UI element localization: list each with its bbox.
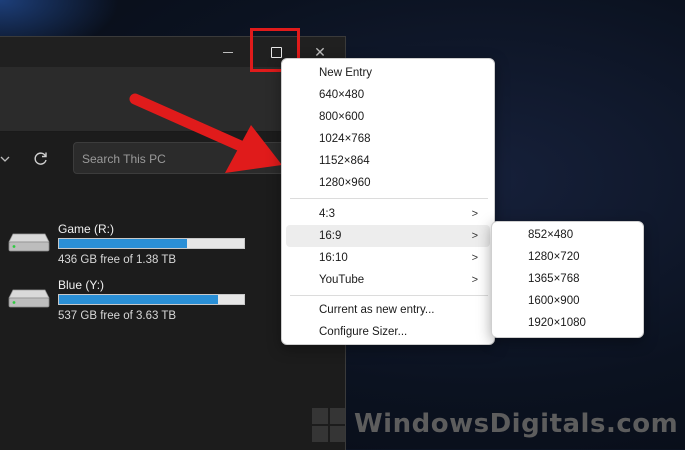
menu-item-configure-sizer[interactable]: Configure Sizer... [286, 321, 490, 343]
menu-item-label: 16:10 [319, 252, 348, 264]
menu-separator [290, 295, 488, 296]
menu-item-1365x768[interactable]: 1365×768 [496, 268, 639, 290]
menu-item-current-as-new-entry[interactable]: Current as new entry... [286, 299, 490, 321]
drive-free-space: 537 GB free of 3.63 TB [58, 310, 177, 322]
drive-name: Game (R:) [58, 222, 115, 236]
menu-item-852x480[interactable]: 852×480 [496, 224, 639, 246]
watermark-text: WindowsDigitals.com [354, 409, 679, 439]
menu-item-youtube[interactable]: YouTube > [286, 269, 490, 291]
menu-item-1600x900[interactable]: 1600×900 [496, 290, 639, 312]
menu-item-640x480[interactable]: 640×480 [286, 84, 490, 106]
history-dropdown-button[interactable] [0, 147, 12, 171]
refresh-icon [34, 152, 47, 165]
minimize-button[interactable] [206, 37, 250, 67]
menu-item-1920x1080[interactable]: 1920×1080 [496, 312, 639, 334]
menu-item-16-9[interactable]: 16:9 > [286, 225, 490, 247]
menu-item-16-10[interactable]: 16:10 > [286, 247, 490, 269]
menu-item-4-3[interactable]: 4:3 > [286, 203, 490, 225]
chevron-right-icon: > [471, 274, 478, 286]
minimize-icon [223, 51, 233, 53]
watermark: WindowsDigitals.com [312, 405, 685, 445]
sizer-context-menu: New Entry 640×480 800×600 1024×768 1152×… [281, 58, 495, 345]
menu-item-800x600[interactable]: 800×600 [286, 106, 490, 128]
red-arrow-icon [129, 93, 282, 173]
drive-usage-fill [59, 239, 187, 248]
menu-separator [290, 198, 488, 199]
menu-item-1280x960[interactable]: 1280×960 [286, 172, 490, 194]
menu-item-1152x864[interactable]: 1152×864 [286, 150, 490, 172]
hard-drive-icon [8, 233, 50, 252]
menu-item-1024x768[interactable]: 1024×768 [286, 128, 490, 150]
menu-item-1280x720[interactable]: 1280×720 [496, 246, 639, 268]
windows-logo-icon [312, 408, 346, 442]
drive-usage-fill [59, 295, 219, 304]
menu-item-new-entry[interactable]: New Entry [286, 62, 490, 84]
menu-item-label: YouTube [319, 274, 365, 286]
menu-item-label: 4:3 [319, 208, 335, 220]
chevron-right-icon: > [471, 252, 478, 264]
chevron-down-icon [0, 156, 10, 162]
chevron-right-icon: > [471, 230, 478, 242]
drive-name: Blue (Y:) [58, 278, 105, 292]
hard-drive-icon [8, 289, 50, 308]
drive-usage-bar [58, 294, 245, 305]
drive-free-space: 436 GB free of 1.38 TB [58, 254, 177, 266]
refresh-button[interactable] [30, 148, 52, 170]
drive-item[interactable]: Game (R:) 436 GB free of 1.38 TB [8, 222, 308, 272]
chevron-right-icon: > [471, 208, 478, 220]
submenu-16-9: 852×480 1280×720 1365×768 1600×900 1920×… [491, 221, 644, 338]
menu-item-label: 16:9 [319, 230, 342, 242]
drive-item[interactable]: Blue (Y:) 537 GB free of 3.63 TB [8, 278, 308, 328]
drive-usage-bar [58, 238, 245, 249]
